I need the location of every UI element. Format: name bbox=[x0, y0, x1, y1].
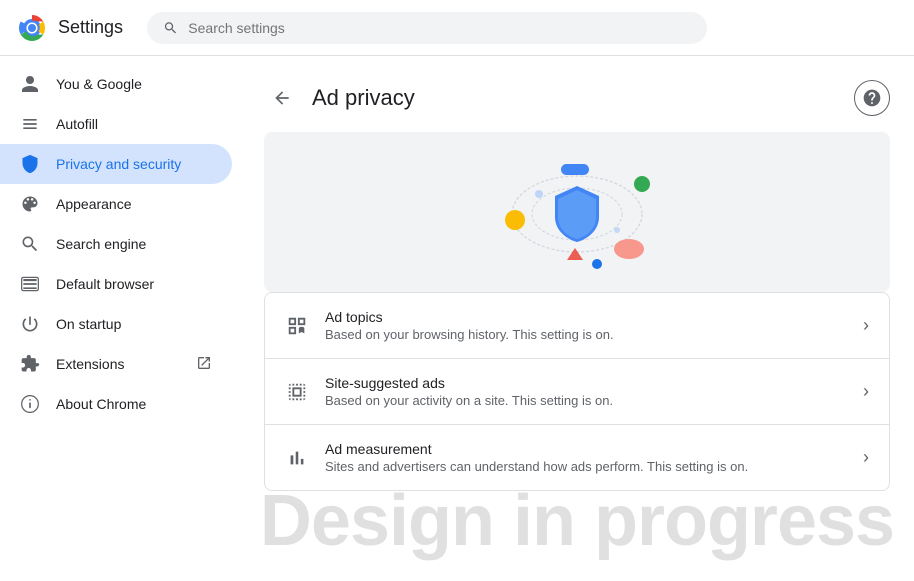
search-engine-icon bbox=[20, 234, 40, 254]
settings-item-ad-measurement[interactable]: Ad measurement Sites and advertisers can… bbox=[265, 425, 889, 490]
ad-measurement-text: Ad measurement Sites and advertisers can… bbox=[325, 441, 847, 474]
sidebar-label-appearance: Appearance bbox=[56, 196, 132, 212]
ad-topics-text: Ad topics Based on your browsing history… bbox=[325, 309, 847, 342]
extensions-icon bbox=[20, 354, 40, 374]
sidebar-label-extensions: Extensions bbox=[56, 356, 124, 372]
ad-topics-title: Ad topics bbox=[325, 309, 847, 325]
sidebar-label-search-engine: Search engine bbox=[56, 236, 146, 252]
app-title: Settings bbox=[58, 17, 123, 38]
sidebar-item-on-startup[interactable]: On startup bbox=[0, 304, 232, 344]
sidebar-item-you-google[interactable]: You & Google bbox=[0, 64, 232, 104]
ad-measurement-title: Ad measurement bbox=[325, 441, 847, 457]
ad-topics-icon bbox=[285, 314, 309, 338]
chrome-logo-icon bbox=[16, 12, 48, 44]
ad-topics-chevron-icon: › bbox=[863, 315, 869, 336]
ad-measurement-desc: Sites and advertisers can understand how… bbox=[325, 459, 847, 474]
content-area: Ad privacy bbox=[240, 56, 914, 581]
shield-icon bbox=[20, 154, 40, 174]
app-logo: Settings bbox=[16, 12, 123, 44]
site-suggested-text: Site-suggested ads Based on your activit… bbox=[325, 375, 847, 408]
person-icon bbox=[20, 74, 40, 94]
illustration-svg bbox=[467, 142, 687, 282]
sidebar-item-extensions[interactable]: Extensions bbox=[0, 344, 232, 384]
app-header: Settings bbox=[0, 0, 914, 56]
site-suggested-chevron-icon: › bbox=[863, 381, 869, 402]
search-bar[interactable] bbox=[147, 12, 707, 44]
autofill-icon bbox=[20, 114, 40, 134]
search-icon bbox=[163, 20, 178, 36]
sidebar-label-you-google: You & Google bbox=[56, 76, 142, 92]
back-button[interactable] bbox=[264, 80, 300, 116]
search-input[interactable] bbox=[188, 20, 691, 36]
default-browser-icon bbox=[20, 274, 40, 294]
settings-item-ad-topics[interactable]: Ad topics Based on your browsing history… bbox=[265, 293, 889, 359]
sidebar-label-autofill: Autofill bbox=[56, 116, 98, 132]
site-suggested-title: Site-suggested ads bbox=[325, 375, 847, 391]
sidebar-item-default-browser[interactable]: Default browser bbox=[0, 264, 232, 304]
settings-item-site-suggested-ads[interactable]: Site-suggested ads Based on your activit… bbox=[265, 359, 889, 425]
page-header: Ad privacy bbox=[264, 72, 890, 132]
site-suggested-icon bbox=[285, 380, 309, 404]
sidebar-item-about-chrome[interactable]: About Chrome bbox=[0, 384, 232, 424]
sidebar-label-default-browser: Default browser bbox=[56, 276, 154, 292]
site-suggested-desc: Based on your activity on a site. This s… bbox=[325, 393, 847, 408]
settings-list: Ad topics Based on your browsing history… bbox=[264, 292, 890, 491]
sidebar-label-about-chrome: About Chrome bbox=[56, 396, 146, 412]
about-chrome-icon bbox=[20, 394, 40, 414]
content-inner: Ad privacy bbox=[240, 56, 914, 507]
help-button[interactable] bbox=[854, 80, 890, 116]
sidebar-item-appearance[interactable]: Appearance bbox=[0, 184, 232, 224]
sidebar-item-autofill[interactable]: Autofill bbox=[0, 104, 232, 144]
ad-measurement-icon bbox=[285, 446, 309, 470]
power-icon bbox=[20, 314, 40, 334]
appearance-icon bbox=[20, 194, 40, 214]
ad-privacy-illustration bbox=[264, 132, 890, 292]
main-layout: You & Google Autofill Privacy and securi… bbox=[0, 56, 914, 581]
sidebar-label-on-startup: On startup bbox=[56, 316, 121, 332]
page-header-left: Ad privacy bbox=[264, 80, 415, 116]
page-title: Ad privacy bbox=[312, 85, 415, 111]
sidebar-label-privacy-security: Privacy and security bbox=[56, 156, 181, 172]
sidebar-item-search-engine[interactable]: Search engine bbox=[0, 224, 232, 264]
ad-measurement-chevron-icon: › bbox=[863, 447, 869, 468]
sidebar-item-privacy-security[interactable]: Privacy and security bbox=[0, 144, 232, 184]
external-link-icon bbox=[196, 355, 212, 374]
sidebar: You & Google Autofill Privacy and securi… bbox=[0, 56, 240, 581]
ad-topics-desc: Based on your browsing history. This set… bbox=[325, 327, 847, 342]
